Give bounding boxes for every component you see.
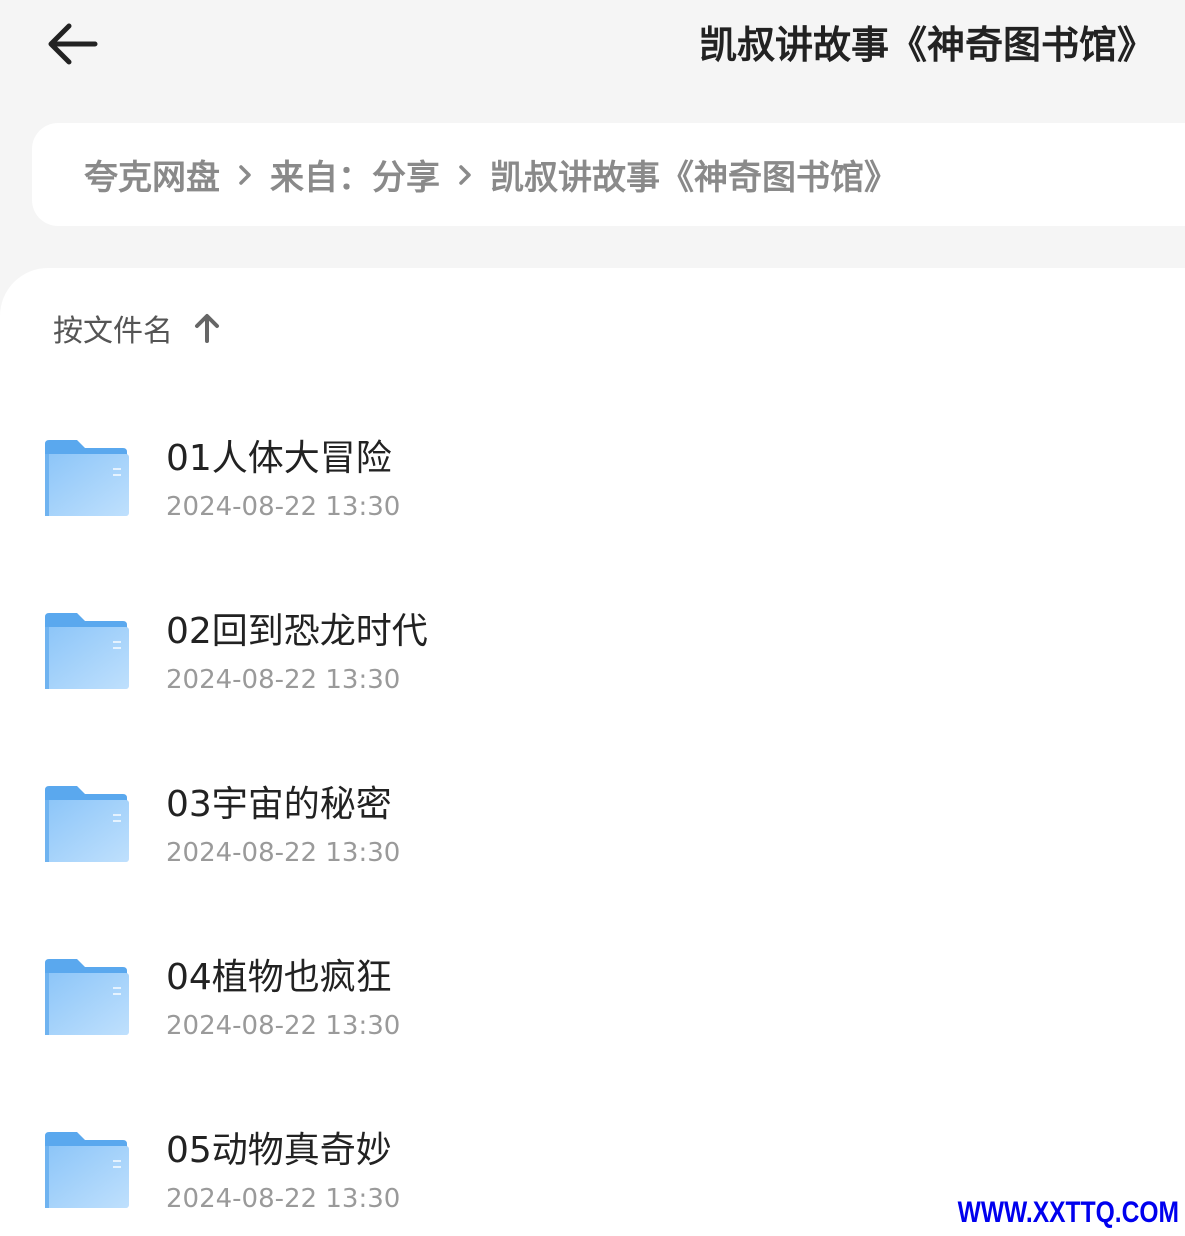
file-name: 05动物真奇妙 <box>166 1130 392 1171</box>
page: 凯叔讲故事《神奇图书馆》 夸克网盘 来自：分享 凯叔讲故事《神奇图书馆》 按文件… <box>0 0 1185 1236</box>
page-title: 凯叔讲故事《神奇图书馆》 <box>698 23 1155 67</box>
folder-icon <box>45 1132 129 1208</box>
file-date: 2024-08-22 13:30 <box>166 492 401 522</box>
file-date: 2024-08-22 13:30 <box>166 1184 401 1214</box>
watermark: WWW.XXTTQ.COM <box>957 1196 1179 1229</box>
file-date: 2024-08-22 13:30 <box>166 1011 401 1041</box>
folder-icon <box>45 613 129 689</box>
file-name: 04植物也疯狂 <box>166 957 392 998</box>
header: 凯叔讲故事《神奇图书馆》 <box>0 0 1185 90</box>
chevron-right-icon <box>459 164 471 185</box>
back-button[interactable] <box>40 18 102 70</box>
folder-icon <box>45 959 129 1035</box>
file-name: 02回到恐龙时代 <box>166 611 428 652</box>
arrow-up-icon <box>195 314 219 343</box>
folder-icon <box>45 440 129 516</box>
file-list-panel: 按文件名 01人体大冒险 2024-08-22 13:30 02回到恐龙时代 2… <box>0 268 1185 1236</box>
breadcrumb-item-current[interactable]: 凯叔讲故事《神奇图书馆》 <box>490 150 898 199</box>
list-item[interactable]: 04植物也疯狂 2024-08-22 13:30 <box>0 929 1185 1069</box>
breadcrumb-item-share[interactable]: 来自：分享 <box>270 150 440 199</box>
file-date: 2024-08-22 13:30 <box>166 838 401 868</box>
breadcrumb-item-root[interactable]: 夸克网盘 <box>84 150 220 199</box>
file-name: 03宇宙的秘密 <box>166 784 392 825</box>
list-item[interactable]: 03宇宙的秘密 2024-08-22 13:30 <box>0 756 1185 896</box>
file-date: 2024-08-22 13:30 <box>166 665 401 695</box>
sort-label: 按文件名 <box>53 314 173 349</box>
sort-button[interactable]: 按文件名 <box>53 308 221 349</box>
breadcrumb: 夸克网盘 来自：分享 凯叔讲故事《神奇图书馆》 <box>32 123 1185 226</box>
file-name: 01人体大冒险 <box>166 438 392 479</box>
chevron-right-icon <box>239 164 251 185</box>
arrow-left-icon <box>48 23 98 65</box>
list-item[interactable]: 01人体大冒险 2024-08-22 13:30 <box>0 410 1185 550</box>
folder-icon <box>45 786 129 862</box>
list-item[interactable]: 02回到恐龙时代 2024-08-22 13:30 <box>0 583 1185 723</box>
